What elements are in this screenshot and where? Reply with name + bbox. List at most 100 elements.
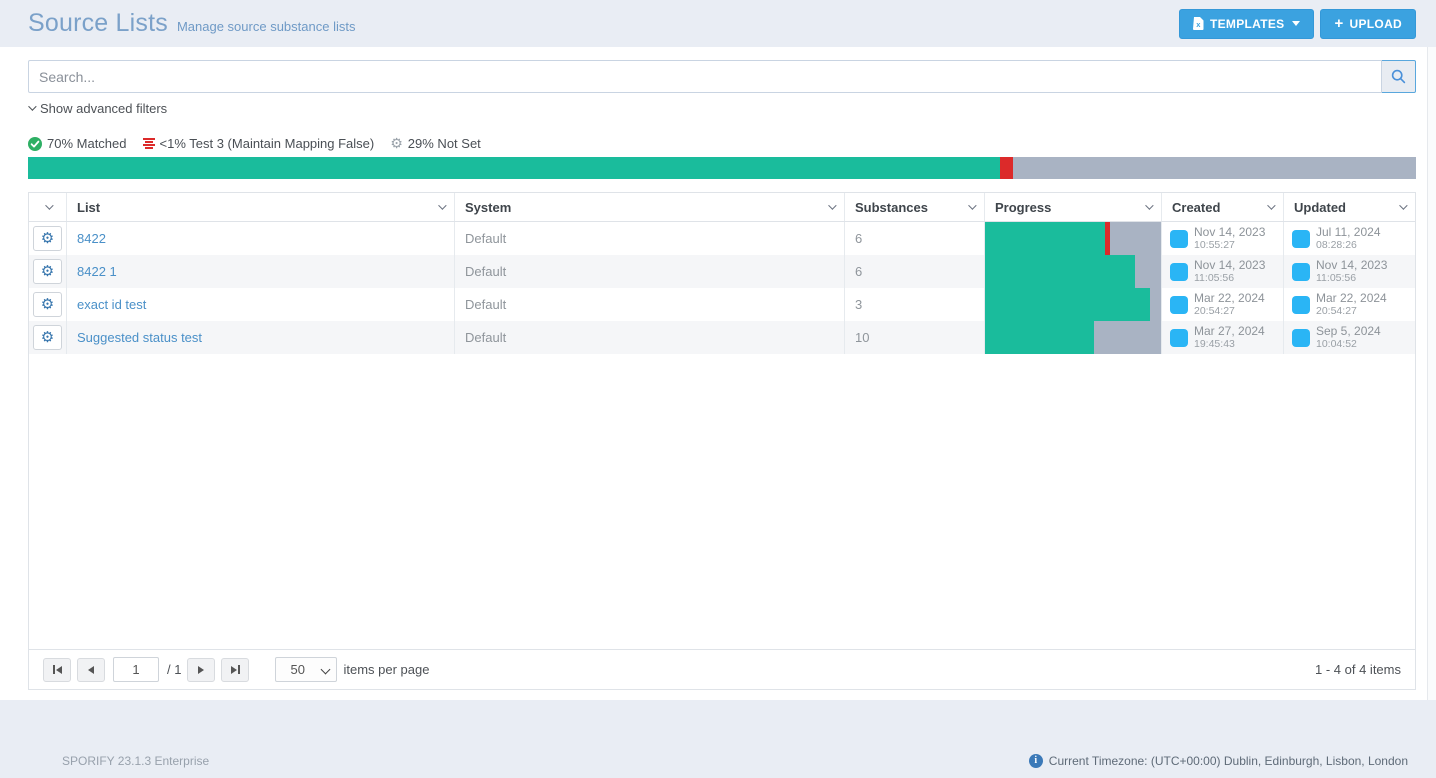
table-body: ⚙8422Default6Nov 14, 202310:55:27Jul 11,… xyxy=(29,222,1415,354)
time-label: 19:45:43 xyxy=(1194,338,1265,350)
list-name: 8422 xyxy=(77,231,106,246)
last-page-icon xyxy=(238,665,240,674)
search-row xyxy=(28,60,1416,93)
column-header-updated[interactable]: Updated xyxy=(1284,193,1415,221)
search-input[interactable] xyxy=(28,60,1382,93)
column-header-list[interactable]: List xyxy=(67,193,455,221)
chevron-down-icon xyxy=(438,201,446,209)
date-label: Mar 22, 2024 xyxy=(1194,292,1265,305)
calendar-icon xyxy=(1170,230,1188,248)
templates-button-label: TEMPLATES xyxy=(1210,17,1284,31)
progress-matched-segment xyxy=(985,288,1150,321)
calendar-icon xyxy=(1292,296,1310,314)
next-page-icon xyxy=(198,666,204,674)
column-label: Substances xyxy=(855,200,928,215)
time-label: 10:04:52 xyxy=(1316,338,1381,350)
main-content: Show advanced filters 70% Matched <1% Te… xyxy=(0,47,1436,700)
chevron-down-icon xyxy=(1399,201,1407,209)
templates-button[interactable]: x TEMPLATES xyxy=(1179,9,1314,39)
row-settings-button[interactable]: ⚙ xyxy=(33,226,62,251)
system-cell: Default xyxy=(455,321,845,354)
show-advanced-filters-toggle[interactable]: Show advanced filters xyxy=(28,99,167,117)
time-label: 11:05:56 xyxy=(1194,272,1265,284)
column-header-created[interactable]: Created xyxy=(1162,193,1284,221)
prev-page-icon xyxy=(88,666,94,674)
substances-cell: 6 xyxy=(845,255,985,288)
progress-not-set-segment xyxy=(1135,255,1161,288)
table-row: ⚙8422Default6Nov 14, 202310:55:27Jul 11,… xyxy=(29,222,1415,255)
substances-cell: 6 xyxy=(845,222,985,255)
list-name-link[interactable]: Suggested status test xyxy=(67,321,455,354)
calendar-icon xyxy=(1170,329,1188,347)
column-label: List xyxy=(77,200,100,215)
pagination-next-button[interactable] xyxy=(187,658,215,682)
page-title: Source Lists xyxy=(28,9,168,38)
table-row: ⚙exact id testDefault3Mar 22, 202420:54:… xyxy=(29,288,1415,321)
date-label: Mar 27, 2024 xyxy=(1194,325,1265,338)
list-name-link[interactable]: 8422 xyxy=(67,222,455,255)
progress-matched-segment xyxy=(985,321,1094,354)
pagination-prev-button[interactable] xyxy=(77,658,105,682)
list-name-link[interactable]: exact id test xyxy=(67,288,455,321)
pagination-first-button[interactable] xyxy=(43,658,71,682)
progress-not-set-segment xyxy=(1110,222,1161,255)
row-actions-cell: ⚙ xyxy=(29,222,67,255)
chevron-down-icon xyxy=(28,102,36,110)
substances-cell: 3 xyxy=(845,288,985,321)
page-subtitle: Manage source substance lists xyxy=(177,19,355,34)
scrollbar-track[interactable] xyxy=(1427,47,1436,700)
calendar-icon xyxy=(1292,230,1310,248)
calendar-icon xyxy=(1292,263,1310,281)
legend-matched-label: 70% Matched xyxy=(47,136,127,151)
datetime: Mar 22, 202420:54:27 xyxy=(1194,292,1265,317)
page-number-input[interactable] xyxy=(113,657,159,682)
time-label: 10:55:27 xyxy=(1194,239,1265,251)
plus-icon: + xyxy=(1334,16,1343,31)
calendar-icon xyxy=(1170,263,1188,281)
datetime: Nov 14, 202311:05:56 xyxy=(1194,259,1265,284)
time-label: 08:28:26 xyxy=(1316,239,1381,251)
search-button[interactable] xyxy=(1382,60,1416,93)
row-settings-button[interactable]: ⚙ xyxy=(33,292,62,317)
page-size-select[interactable]: 50 xyxy=(275,657,337,682)
system-cell: Default xyxy=(455,222,845,255)
column-header-substances[interactable]: Substances xyxy=(845,193,985,221)
header-buttons: x TEMPLATES + UPLOAD xyxy=(1179,9,1416,39)
row-actions-cell: ⚙ xyxy=(29,288,67,321)
check-circle-icon xyxy=(28,137,42,151)
list-name-link[interactable]: 8422 1 xyxy=(67,255,455,288)
datetime: Nov 14, 202311:05:56 xyxy=(1316,259,1387,284)
progress-not-set-segment xyxy=(1094,321,1161,354)
progress-matched-segment xyxy=(985,255,1135,288)
updated-cell: Sep 5, 202410:04:52 xyxy=(1284,321,1415,354)
system-cell: Default xyxy=(455,288,845,321)
created-cell: Mar 27, 202419:45:43 xyxy=(1162,321,1284,354)
upload-button[interactable]: + UPLOAD xyxy=(1320,9,1416,39)
pagination-last-button[interactable] xyxy=(221,658,249,682)
svg-text:x: x xyxy=(1196,20,1201,29)
datetime: Sep 5, 202410:04:52 xyxy=(1316,325,1381,350)
timezone-label: Current Timezone: (UTC+00:00) Dublin, Ed… xyxy=(1049,754,1408,768)
gear-icon: ⚙ xyxy=(390,137,403,151)
list-name: exact id test xyxy=(77,297,146,312)
gear-icon: ⚙ xyxy=(41,330,54,345)
show-advanced-filters-label: Show advanced filters xyxy=(40,101,167,116)
row-settings-button[interactable]: ⚙ xyxy=(33,259,62,284)
column-header-progress[interactable]: Progress xyxy=(985,193,1162,221)
progress-matched-segment xyxy=(28,157,1000,179)
column-header-system[interactable]: System xyxy=(455,193,845,221)
datetime: Mar 22, 202420:54:27 xyxy=(1316,292,1387,317)
progress-test3-segment xyxy=(1000,157,1013,179)
table-row: ⚙Suggested status testDefault10Mar 27, 2… xyxy=(29,321,1415,354)
column-header-actions[interactable] xyxy=(29,193,67,221)
gear-icon: ⚙ xyxy=(41,297,54,312)
date-label: Nov 14, 2023 xyxy=(1194,259,1265,272)
updated-cell: Mar 22, 202420:54:27 xyxy=(1284,288,1415,321)
progress-not-set-segment xyxy=(1150,288,1161,321)
timezone-wrap: i Current Timezone: (UTC+00:00) Dublin, … xyxy=(1029,754,1408,768)
list-name: 8422 1 xyxy=(77,264,117,279)
time-label: 20:54:27 xyxy=(1316,305,1387,317)
row-settings-button[interactable]: ⚙ xyxy=(33,325,62,350)
datetime: Nov 14, 202310:55:27 xyxy=(1194,226,1265,251)
chevron-down-icon xyxy=(828,201,836,209)
